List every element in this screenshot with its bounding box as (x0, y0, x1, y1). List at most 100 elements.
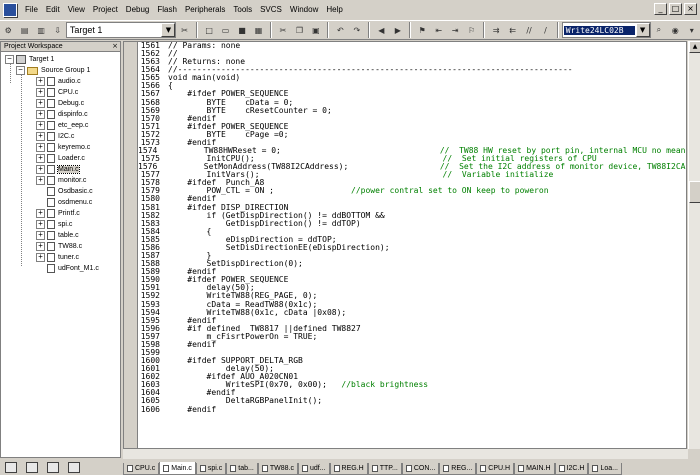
target-select[interactable]: Target 1 ▼ (65, 22, 177, 38)
file-tab[interactable]: REG... (439, 463, 477, 475)
expand-icon[interactable]: + (36, 209, 45, 218)
file-tab[interactable]: CON... (401, 463, 440, 475)
close-icon[interactable]: × (684, 3, 697, 15)
copy-icon[interactable]: ❐ (292, 22, 306, 38)
tree-file-item[interactable]: + spi.c (36, 219, 72, 230)
books-tab-icon[interactable] (26, 461, 38, 473)
find-in-files-icon[interactable]: ⌕ (652, 22, 666, 38)
scroll-thumb[interactable] (689, 181, 700, 203)
menu-svcs[interactable]: SVCS (256, 5, 286, 14)
expand-icon[interactable]: + (36, 231, 45, 240)
code-editor[interactable]: 1561// Params: none 1562//1563// Returns:… (123, 41, 687, 449)
unindent-icon[interactable]: ⇇ (505, 22, 519, 38)
file-tab[interactable]: Loa... (588, 463, 622, 475)
tree-node-target[interactable]: − Target 1 (5, 54, 54, 65)
prev-location-icon[interactable]: ◀ (374, 22, 388, 38)
tree-file-item-selected[interactable]: + Main.c (36, 164, 80, 175)
file-tab[interactable]: TW88.c (257, 463, 298, 475)
file-tab[interactable]: Main.c (159, 462, 196, 475)
scroll-up-icon[interactable]: ▲ (689, 41, 700, 53)
build-icon[interactable]: ▤ (17, 22, 31, 38)
file-tab[interactable]: udf... (297, 463, 330, 475)
bookmark-icon[interactable]: ⚑ (415, 22, 429, 38)
debug-start-icon[interactable]: ◉ (668, 22, 682, 38)
comment-icon[interactable]: // (522, 22, 536, 38)
menu-peripherals[interactable]: Peripherals (181, 5, 229, 14)
tree-file-item[interactable]: udFont_M1.c (47, 263, 99, 274)
paste-icon[interactable]: ▣ (309, 22, 323, 38)
window-config-icon[interactable]: ▾ (685, 22, 699, 38)
menu-help[interactable]: Help (322, 5, 346, 14)
tree-file-item[interactable]: + CPU.c (36, 87, 78, 98)
menu-file[interactable]: File (21, 5, 42, 14)
file-tab[interactable]: spi.c (195, 463, 227, 475)
indent-icon[interactable]: ⇉ (489, 22, 503, 38)
uncomment-icon[interactable]: / (538, 22, 552, 38)
file-tab[interactable]: tab... (226, 463, 258, 475)
app-system-icon[interactable] (3, 2, 17, 17)
menu-tools[interactable]: Tools (229, 5, 256, 14)
expand-icon[interactable]: + (36, 121, 45, 130)
expand-icon[interactable]: + (36, 132, 45, 141)
chevron-down-icon[interactable]: ▼ (635, 23, 650, 37)
collapse-icon[interactable]: − (5, 55, 14, 64)
menu-edit[interactable]: Edit (42, 5, 64, 14)
expand-icon[interactable]: + (36, 154, 45, 163)
next-location-icon[interactable]: ▶ (391, 22, 405, 38)
collapse-icon[interactable]: − (16, 66, 25, 75)
expand-icon[interactable]: + (36, 143, 45, 152)
undo-icon[interactable]: ↶ (333, 22, 347, 38)
file-tab[interactable]: CPU.H (476, 463, 515, 475)
chevron-down-icon[interactable]: ▼ (161, 23, 176, 37)
tree-file-item[interactable]: + Printf.c (36, 208, 80, 219)
tree-file-item[interactable]: + table.c (36, 230, 79, 241)
file-tab[interactable]: CPU.c (123, 463, 160, 475)
tree-file-item[interactable]: osdmenu.c (47, 197, 92, 208)
rebuild-icon[interactable]: ▥ (34, 22, 48, 38)
menu-flash[interactable]: Flash (153, 5, 181, 14)
tree-file-item[interactable]: + etc_eep.c (36, 120, 88, 131)
functions-tab-icon[interactable] (47, 461, 59, 473)
menu-view[interactable]: View (64, 5, 89, 14)
tree-file-item[interactable]: + I2C.c (36, 131, 74, 142)
expand-icon[interactable]: + (36, 242, 45, 251)
tree-file-item[interactable]: + Loader.c (36, 153, 85, 164)
next-bookmark-icon[interactable]: ⇥ (448, 22, 462, 38)
save-icon[interactable]: ■ (235, 22, 249, 38)
expand-icon[interactable]: + (36, 110, 45, 119)
close-icon[interactable]: × (112, 42, 118, 50)
expand-icon[interactable]: + (36, 88, 45, 97)
save-all-icon[interactable]: ▦ (251, 22, 265, 38)
expand-icon[interactable]: + (36, 99, 45, 108)
minimize-icon[interactable]: _ (654, 3, 667, 15)
files-tab-icon[interactable] (5, 461, 17, 473)
clear-bookmarks-icon[interactable]: ⚐ (464, 22, 478, 38)
expand-icon[interactable]: + (36, 165, 45, 174)
open-file-icon[interactable]: ▭ (218, 22, 232, 38)
templates-tab-icon[interactable] (68, 461, 80, 473)
tree-file-item[interactable]: + Debug.c (36, 98, 84, 109)
tree-file-item[interactable]: Osdbasic.c (47, 186, 93, 197)
prev-bookmark-icon[interactable]: ⇤ (431, 22, 445, 38)
load-icon[interactable]: ⇩ (50, 22, 64, 38)
target-options-icon[interactable]: ✂ (177, 22, 191, 38)
tree-file-item[interactable]: + TW88.c (36, 241, 82, 252)
restore-icon[interactable]: □ (669, 3, 682, 15)
expand-icon[interactable]: + (36, 77, 45, 86)
tree-file-item[interactable]: + monitor.c (36, 175, 86, 186)
menu-project[interactable]: Project (89, 5, 122, 14)
menu-window[interactable]: Window (286, 5, 322, 14)
redo-icon[interactable]: ↷ (350, 22, 364, 38)
expand-icon[interactable]: + (36, 253, 45, 262)
tree-file-item[interactable]: + tuner.c (36, 252, 79, 263)
find-combo[interactable]: Write24LC02B ▼ (561, 22, 651, 38)
new-file-icon[interactable]: □ (202, 22, 216, 38)
compile-icon[interactable]: ⚙ (1, 22, 15, 38)
file-tab[interactable]: REG.H (329, 463, 368, 475)
tree-file-item[interactable]: + audio.c (36, 76, 81, 87)
file-tab[interactable]: TTP... (367, 463, 402, 475)
tree-file-item[interactable]: + dispinfo.c (36, 109, 88, 120)
menu-debug[interactable]: Debug (122, 5, 154, 14)
editor-gutter[interactable] (124, 42, 138, 448)
expand-icon[interactable]: + (36, 220, 45, 229)
